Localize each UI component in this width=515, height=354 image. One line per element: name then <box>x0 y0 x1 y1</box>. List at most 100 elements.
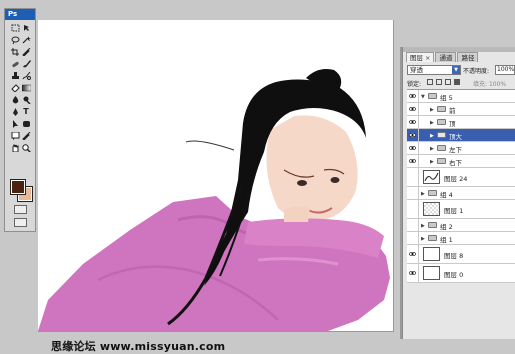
expand-triangle-right-icon[interactable]: ▶ <box>430 133 434 139</box>
eyedropper-tool-icon[interactable] <box>21 47 31 56</box>
visibility-eye-icon[interactable] <box>407 232 419 244</box>
quick-mask-mode-button[interactable] <box>14 205 27 214</box>
folder-icon <box>428 235 437 241</box>
layer-group-row[interactable]: ▶ 右下 <box>407 155 515 168</box>
move-tool-icon[interactable] <box>21 23 31 32</box>
expand-triangle-right-icon[interactable]: ▶ <box>430 159 434 165</box>
visibility-eye-icon[interactable] <box>407 103 419 115</box>
visibility-eye-icon[interactable] <box>407 187 419 199</box>
eraser-tool-icon[interactable] <box>10 83 20 92</box>
layer-group-row[interactable]: ▶ 顶大 <box>407 129 515 142</box>
magic-wand-tool-icon[interactable] <box>21 35 31 44</box>
dodge-tool-icon[interactable] <box>21 95 31 104</box>
folder-icon <box>437 158 446 164</box>
tab-label: 路径 <box>461 54 475 62</box>
tab-paths[interactable]: 路径 <box>457 52 479 62</box>
lock-all-icon[interactable] <box>454 79 460 85</box>
lasso-tool-icon[interactable] <box>10 35 20 44</box>
tab-layers[interactable]: 图层 × <box>406 52 435 62</box>
visibility-eye-icon[interactable] <box>407 245 419 263</box>
visibility-eye-icon[interactable] <box>407 116 419 128</box>
layer-thumbnail <box>423 202 440 216</box>
layer-row[interactable]: 图层 8 <box>407 245 515 264</box>
layer-thumbnail <box>423 170 440 184</box>
brush-tool-icon[interactable] <box>21 59 31 68</box>
type-tool-icon[interactable]: T <box>21 107 31 116</box>
layer-group-row[interactable]: ▶ 左下 <box>407 142 515 155</box>
lock-image-icon[interactable] <box>436 79 442 85</box>
watermark-text: 思缘论坛 www.missyuan.com <box>51 340 226 353</box>
expand-triangle-down-icon[interactable]: ▼ <box>421 94 425 100</box>
folder-icon <box>428 190 437 196</box>
pen-tool-icon[interactable] <box>10 107 20 116</box>
tools-panel: Ps T <box>4 8 36 232</box>
hand-tool-icon[interactable] <box>10 143 20 152</box>
crop-tool-icon[interactable] <box>10 47 20 56</box>
layer-name: 右下 <box>449 159 462 167</box>
visibility-eye-icon[interactable] <box>407 219 419 231</box>
clone-stamp-tool-icon[interactable] <box>10 71 20 80</box>
folder-icon <box>428 93 437 99</box>
tab-channels[interactable]: 通道 <box>435 52 457 62</box>
shape-tool-icon[interactable] <box>21 119 31 128</box>
visibility-eye-icon[interactable] <box>407 90 419 102</box>
layer-name: 组 1 <box>440 236 453 244</box>
visibility-eye-icon[interactable] <box>407 129 419 141</box>
blend-mode-select[interactable]: 穿透 ▼ <box>407 65 461 75</box>
opacity-field[interactable]: 100% <box>495 65 515 75</box>
layer-name: 图层 0 <box>444 271 464 279</box>
expand-triangle-right-icon[interactable]: ▶ <box>430 120 434 126</box>
chevron-down-icon: ▼ <box>452 66 460 74</box>
expand-triangle-right-icon[interactable]: ▶ <box>421 236 425 242</box>
illustration-girl-in-pink <box>38 69 390 331</box>
zoom-tool-icon[interactable] <box>21 143 31 152</box>
expand-triangle-right-icon[interactable]: ▶ <box>421 191 425 197</box>
layer-row[interactable]: 图层 0 <box>407 264 515 283</box>
layer-row[interactable]: 图层 1 <box>407 200 515 219</box>
layers-list: ▼ 组 5 ▶ 前 ▶ 顶 ▶ 顶大 ▶ 左下 ▶ 右下 图层 24 ▶ 组 4 图层 1 ▶ 组 2 ▶ 组 1 图层… <box>407 89 515 283</box>
history-brush-tool-icon[interactable] <box>21 71 31 80</box>
close-icon[interactable]: × <box>425 54 430 62</box>
layer-group-row[interactable]: ▶ 组 1 <box>407 232 515 245</box>
folder-icon <box>437 106 446 112</box>
lock-position-icon[interactable] <box>445 79 451 85</box>
eyedropper-tool-2-icon[interactable] <box>21 131 31 140</box>
folder-icon <box>428 222 437 228</box>
gradient-tool-icon[interactable] <box>21 83 31 92</box>
opacity-label: 不透明度: <box>463 68 490 75</box>
path-selection-tool-icon[interactable] <box>10 119 20 128</box>
screen-mode-button[interactable] <box>14 218 27 227</box>
marquee-tool-icon[interactable] <box>10 23 20 32</box>
lock-label: 锁定: <box>407 81 422 88</box>
layer-name: 组 5 <box>440 94 453 102</box>
blend-mode-value: 穿透 <box>410 66 423 74</box>
document-canvas[interactable]: 思缘论坛 www.missyuan.com <box>38 20 394 353</box>
photoshop-badge: Ps <box>5 9 35 20</box>
expand-triangle-right-icon[interactable]: ▶ <box>430 107 434 113</box>
expand-triangle-right-icon[interactable]: ▶ <box>430 146 434 152</box>
expand-triangle-right-icon[interactable]: ▶ <box>421 223 425 229</box>
notes-tool-icon[interactable] <box>10 131 20 140</box>
folder-icon <box>437 119 446 125</box>
layers-panel: 图层 × 通道 路径 穿透 ▼ 不透明度: 100% 锁定: 填充: 100% ▼… <box>402 47 515 339</box>
fill-label: 填充: 100% <box>473 79 506 88</box>
type-tool-glyph: T <box>23 106 29 116</box>
visibility-eye-icon[interactable] <box>407 200 419 218</box>
visibility-eye-icon[interactable] <box>407 264 419 282</box>
layer-group-row[interactable]: ▼ 组 5 <box>407 90 515 103</box>
visibility-eye-icon[interactable] <box>407 142 419 154</box>
visibility-eye-icon[interactable] <box>407 155 419 167</box>
foreground-color-swatch[interactable] <box>10 179 26 195</box>
visibility-eye-icon[interactable] <box>407 168 419 186</box>
layer-group-row[interactable]: ▶ 顶 <box>407 116 515 129</box>
blur-tool-icon[interactable] <box>10 95 20 104</box>
layer-group-row[interactable]: ▶ 前 <box>407 103 515 116</box>
layer-name: 图层 1 <box>444 207 464 215</box>
layer-group-row[interactable]: ▶ 组 4 <box>407 187 515 200</box>
lock-row: 锁定: 填充: 100% <box>407 78 515 88</box>
lock-transparency-icon[interactable] <box>427 79 433 85</box>
layer-row[interactable]: 图层 24 <box>407 168 515 187</box>
layer-group-row[interactable]: ▶ 组 2 <box>407 219 515 232</box>
healing-brush-tool-icon[interactable] <box>10 59 20 68</box>
layer-name: 顶大 <box>449 133 462 141</box>
